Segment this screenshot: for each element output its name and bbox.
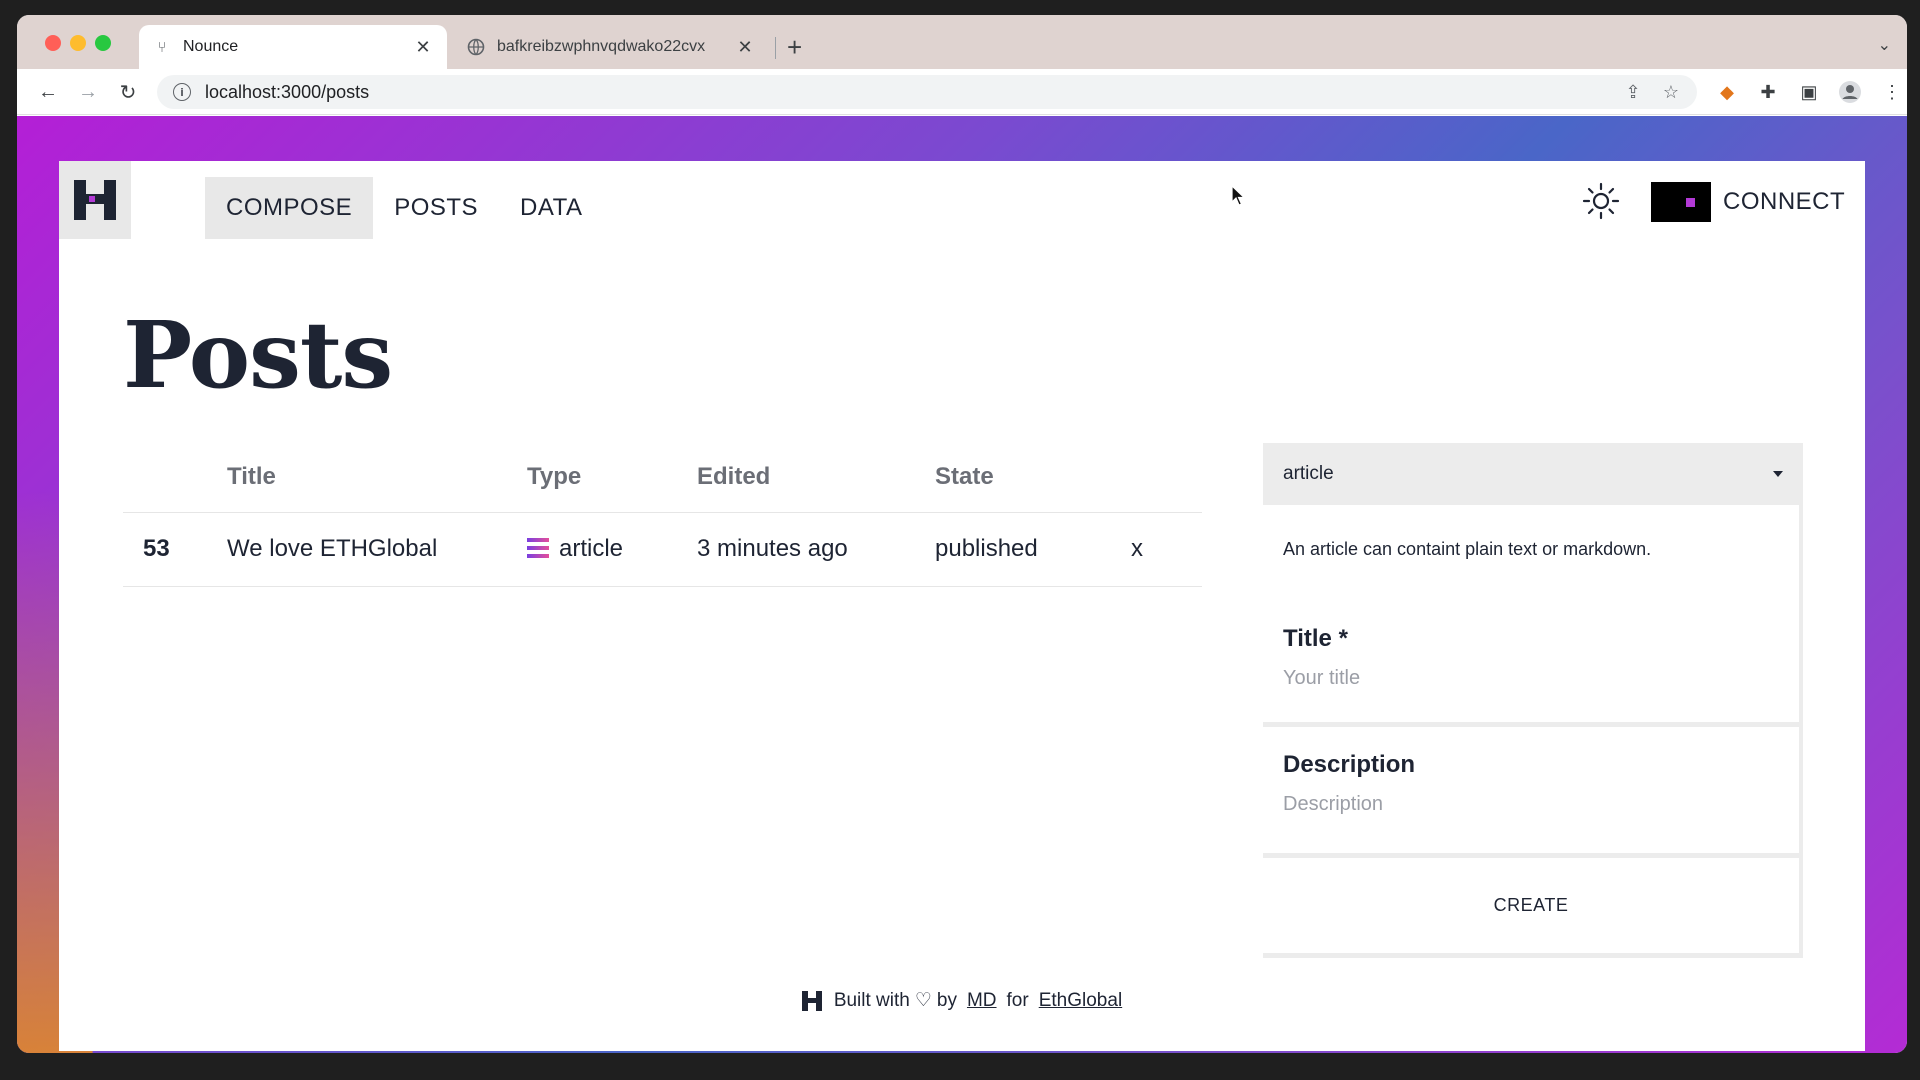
share-icon[interactable]: ⇪ <box>1621 80 1645 104</box>
compose-form: An article can containt plain text or ma… <box>1263 505 1803 958</box>
post-type-hint: An article can containt plain text or ma… <box>1283 539 1652 559</box>
post-state: published <box>935 535 1038 562</box>
footer: Built with ♡ by MD for EthGlobal <box>59 989 1865 1012</box>
col-header-state[interactable]: State <box>935 463 994 491</box>
profile-avatar-icon[interactable] <box>1837 79 1863 105</box>
tab-nounce[interactable]: ⑂ Nounce ✕ <box>139 25 447 69</box>
metamask-fox-icon[interactable]: ◆ <box>1714 79 1740 105</box>
theme-toggle-sun-icon[interactable] <box>1581 181 1621 221</box>
address-bar[interactable]: i localhost:3000/posts ⇪ ☆ <box>157 75 1697 109</box>
nounce-logo-icon <box>74 180 116 220</box>
footer-built-with: Built with <box>833 989 910 1011</box>
tab-search-icon[interactable]: ⌄ <box>1878 35 1891 55</box>
new-tab-button[interactable]: + <box>787 34 802 60</box>
description-label: Description <box>1283 751 1416 778</box>
posts-table: Title Type Edited State 53 We love ETHGl… <box>123 443 1202 587</box>
tab-strip: ⑂ Nounce ✕ bafkreibzwphnvqdwako22cvx ✕ +… <box>17 15 1907 69</box>
post-type-select[interactable]: article <box>1263 443 1803 505</box>
minimize-window-button[interactable] <box>70 35 86 51</box>
footer-for: for <box>1006 989 1029 1011</box>
post-id: 53 <box>143 535 170 562</box>
post-type: article <box>527 535 623 563</box>
tab-separator <box>775 37 776 59</box>
side-panel-icon[interactable]: ▣ <box>1796 79 1822 105</box>
back-icon[interactable]: ← <box>35 79 61 105</box>
browser-window: ⑂ Nounce ✕ bafkreibzwphnvqdwako22cvx ✕ +… <box>17 15 1907 1053</box>
nounce-logo-icon <box>801 990 822 1011</box>
site-info-icon[interactable]: i <box>173 83 191 101</box>
main-nav: COMPOSE POSTS DATA <box>205 177 604 239</box>
title-label: Title * <box>1283 625 1348 652</box>
post-type-label: article <box>559 535 624 562</box>
tab-ipfs[interactable]: bafkreibzwphnvqdwako22cvx ✕ <box>453 25 769 69</box>
table-header-row: Title Type Edited State <box>123 443 1202 513</box>
footer-by: by <box>936 989 957 1011</box>
title-field: Title * <box>1263 601 1799 727</box>
table-row[interactable]: 53 We love ETHGlobal article 3 minutes a… <box>123 513 1202 587</box>
globe-icon <box>467 38 485 56</box>
browser-menu-icon[interactable]: ⋮ <box>1879 79 1905 105</box>
page-viewport: COMPOSE POSTS DATA CONNECT Posts Title T… <box>17 116 1907 1053</box>
article-lines-icon <box>527 538 549 558</box>
heart-icon: ♡ <box>914 990 932 1011</box>
nav-data[interactable]: DATA <box>499 177 603 239</box>
close-tab-icon[interactable]: ✕ <box>735 37 755 58</box>
wallet-avatar <box>1651 182 1711 222</box>
post-type-selected: article <box>1283 463 1334 484</box>
bookmark-star-icon[interactable]: ☆ <box>1659 80 1683 104</box>
description-field: Description <box>1263 727 1799 858</box>
url-text[interactable]: localhost:3000/posts <box>205 82 1621 103</box>
maximize-window-button[interactable] <box>95 35 111 51</box>
forward-icon[interactable]: → <box>75 79 101 105</box>
event-link[interactable]: EthGlobal <box>1039 990 1122 1012</box>
tab-title: bafkreibzwphnvqdwako22cvx <box>497 38 706 55</box>
page-title: Posts <box>123 301 393 409</box>
post-title[interactable]: We love ETHGlobal <box>227 535 437 563</box>
app-card: COMPOSE POSTS DATA CONNECT Posts Title T… <box>59 161 1865 1051</box>
browser-toolbar: ← → ↻ i localhost:3000/posts ⇪ ☆ ◆ ✚ ▣ ⋮ <box>17 69 1907 115</box>
nav-posts[interactable]: POSTS <box>373 177 499 239</box>
close-window-button[interactable] <box>45 35 61 51</box>
mouse-cursor-icon <box>1231 185 1246 206</box>
reload-icon[interactable]: ↻ <box>115 79 141 105</box>
extensions-puzzle-icon[interactable]: ✚ <box>1755 79 1781 105</box>
author-link[interactable]: MD <box>967 990 997 1012</box>
title-input[interactable] <box>1283 653 1779 704</box>
create-button[interactable]: CREATE <box>1263 858 1799 958</box>
delete-post-button[interactable]: x <box>1131 535 1143 563</box>
col-header-edited[interactable]: Edited <box>697 463 770 491</box>
compose-panel: article An article can containt plain te… <box>1263 443 1803 958</box>
connect-label: CONNECT <box>1723 188 1846 215</box>
post-edited: 3 minutes ago <box>697 535 848 562</box>
logo-button[interactable] <box>59 161 131 239</box>
connect-wallet-button[interactable]: CONNECT <box>1651 182 1845 222</box>
description-input[interactable] <box>1283 779 1779 830</box>
chevron-down-icon <box>1773 471 1783 477</box>
tab-title: Nounce <box>183 38 239 55</box>
col-header-type[interactable]: Type <box>527 463 581 491</box>
close-tab-icon[interactable]: ✕ <box>413 37 433 58</box>
nav-compose[interactable]: COMPOSE <box>205 177 374 239</box>
branch-icon: ⑂ <box>157 38 167 56</box>
col-header-title[interactable]: Title <box>227 463 276 491</box>
